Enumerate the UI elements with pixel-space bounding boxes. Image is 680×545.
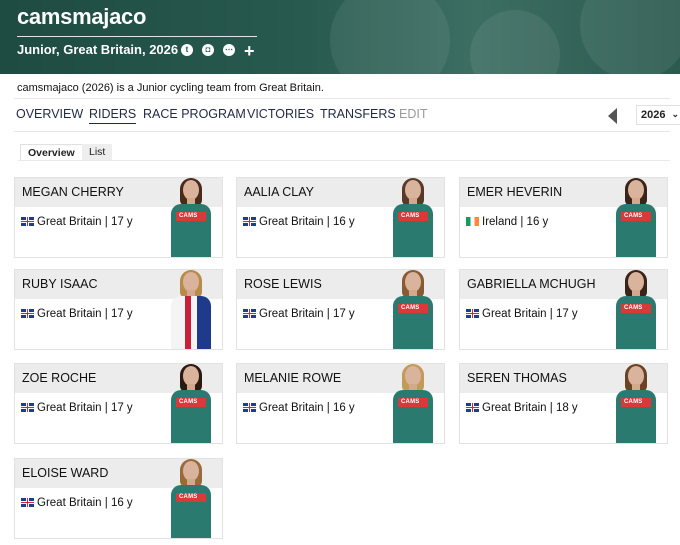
rider-card[interactable]: ROSE LEWIS Great Britain | 17 y CAMS <box>236 269 445 350</box>
jersey-logo: CAMS <box>624 305 643 311</box>
jersey-logo: CAMS <box>624 399 643 405</box>
rider-card[interactable]: GABRIELLA MCHUGH Great Britain | 17 y CAMS <box>459 269 668 350</box>
rider-age: | 18 y <box>549 402 578 414</box>
rider-country[interactable]: Great Britain <box>37 497 102 509</box>
rider-photo[interactable] <box>168 270 214 349</box>
rider-info: Great Britain | 17 y <box>466 308 578 320</box>
nav-riders[interactable]: RIDERS <box>89 107 137 124</box>
rider-age: | 17 y <box>104 216 133 228</box>
rider-country[interactable]: Great Britain <box>259 402 324 414</box>
rider-photo[interactable]: CAMS <box>390 364 436 443</box>
ireland-flag-icon <box>466 217 479 226</box>
rider-country[interactable]: Great Britain <box>37 402 102 414</box>
previous-year-arrow-icon[interactable] <box>608 108 617 124</box>
rider-photo[interactable]: CAMS <box>613 364 659 443</box>
subtab-list[interactable]: List <box>82 144 113 160</box>
rider-photo[interactable]: CAMS <box>613 178 659 257</box>
rider-photo[interactable]: CAMS <box>613 270 659 349</box>
rider-country[interactable]: Great Britain <box>482 402 547 414</box>
rider-info: Great Britain | 17 y <box>21 216 133 228</box>
rider-photo[interactable]: CAMS <box>390 178 436 257</box>
great-britain-flag-icon <box>21 217 34 226</box>
rider-age: | 17 y <box>104 308 133 320</box>
jersey-logo: CAMS <box>179 399 198 405</box>
jersey-logo: CAMS <box>179 213 198 219</box>
rider-card[interactable]: MEGAN CHERRY Great Britain | 17 y CAMS <box>14 177 223 258</box>
year-select-value: 2026 <box>641 109 666 121</box>
plus-icon[interactable]: + <box>244 42 255 60</box>
rider-card[interactable]: ELOISE WARD Great Britain | 16 y CAMS <box>14 458 223 539</box>
rider-country[interactable]: Great Britain <box>37 308 102 320</box>
team-name: camsmajaco <box>17 4 147 29</box>
team-subtitle: Junior, Great Britain, 2026 <box>17 42 179 57</box>
jersey-logo: CAMS <box>401 399 420 405</box>
rider-card[interactable]: SEREN THOMAS Great Britain | 18 y CAMS <box>459 363 668 444</box>
rider-photo[interactable]: CAMS <box>390 270 436 349</box>
rider-age: | 17 y <box>549 308 578 320</box>
great-britain-flag-icon <box>466 403 479 412</box>
rider-photo[interactable]: CAMS <box>168 364 214 443</box>
great-britain-flag-icon <box>243 403 256 412</box>
great-britain-flag-icon <box>21 498 34 507</box>
rider-info: Great Britain | 18 y <box>466 402 578 414</box>
rider-info: Great Britain | 17 y <box>21 308 133 320</box>
rider-info: Great Britain | 17 y <box>243 308 355 320</box>
nav-victories[interactable]: VICTORIES <box>247 107 314 121</box>
header-divider <box>17 36 257 37</box>
rider-card[interactable]: ZOE ROCHE Great Britain | 17 y CAMS <box>14 363 223 444</box>
rider-info: Great Britain | 16 y <box>21 497 133 509</box>
chevron-down-icon: ⌄ <box>671 109 679 119</box>
instagram-icon[interactable]: ◘ <box>202 44 214 56</box>
rider-age: | 16 y <box>104 497 133 509</box>
great-britain-flag-icon <box>243 217 256 226</box>
rider-age: | 17 y <box>326 308 355 320</box>
jersey-logo: CAMS <box>624 213 643 219</box>
rider-photo[interactable]: CAMS <box>168 459 214 538</box>
great-britain-flag-icon <box>21 403 34 412</box>
rider-age: | 16 y <box>520 216 549 228</box>
nav-transfers[interactable]: TRANSFERS <box>320 107 396 121</box>
main-nav: OVERVIEW RIDERS RACE PROGRAM VICTORIES T… <box>14 98 680 132</box>
rider-country[interactable]: Great Britain <box>259 308 324 320</box>
rider-info: Great Britain | 16 y <box>243 216 355 228</box>
website-icon[interactable]: ⋯ <box>223 44 235 56</box>
team-header: camsmajaco Junior, Great Britain, 2026 t… <box>0 0 680 74</box>
rider-country[interactable]: Ireland <box>482 216 517 228</box>
rider-info: Great Britain | 16 y <box>243 402 355 414</box>
rider-card[interactable]: MELANIE ROWE Great Britain | 16 y CAMS <box>236 363 445 444</box>
nav-edit[interactable]: EDIT <box>399 107 427 121</box>
rider-card[interactable]: AALIA CLAY Great Britain | 16 y CAMS <box>236 177 445 258</box>
great-britain-flag-icon <box>243 309 256 318</box>
team-description: camsmajaco (2026) is a Junior cycling te… <box>17 82 324 94</box>
rider-country[interactable]: Great Britain <box>482 308 547 320</box>
rider-age: | 16 y <box>326 216 355 228</box>
rider-photo[interactable]: CAMS <box>168 178 214 257</box>
jersey-logo: CAMS <box>179 494 198 500</box>
nav-race-program[interactable]: RACE PROGRAM <box>143 107 246 121</box>
rider-age: | 17 y <box>104 402 133 414</box>
nav-overview[interactable]: OVERVIEW <box>16 107 83 121</box>
twitter-icon[interactable]: t <box>181 44 193 56</box>
great-britain-flag-icon <box>466 309 479 318</box>
rider-country[interactable]: Great Britain <box>37 216 102 228</box>
rider-card[interactable]: RUBY ISAAC Great Britain | 17 y <box>14 269 223 350</box>
rider-card[interactable]: EMER HEVERIN Ireland | 16 y CAMS <box>459 177 668 258</box>
jersey-logo: CAMS <box>401 305 420 311</box>
great-britain-flag-icon <box>21 309 34 318</box>
rider-age: | 16 y <box>326 402 355 414</box>
rider-country[interactable]: Great Britain <box>259 216 324 228</box>
rider-info: Ireland | 16 y <box>466 216 548 228</box>
rider-info: Great Britain | 17 y <box>21 402 133 414</box>
view-subtabs: Overview List <box>18 144 670 161</box>
jersey-logo: CAMS <box>401 213 420 219</box>
subtab-overview[interactable]: Overview <box>20 144 83 160</box>
year-select[interactable]: 2026 ⌄ <box>636 105 680 125</box>
